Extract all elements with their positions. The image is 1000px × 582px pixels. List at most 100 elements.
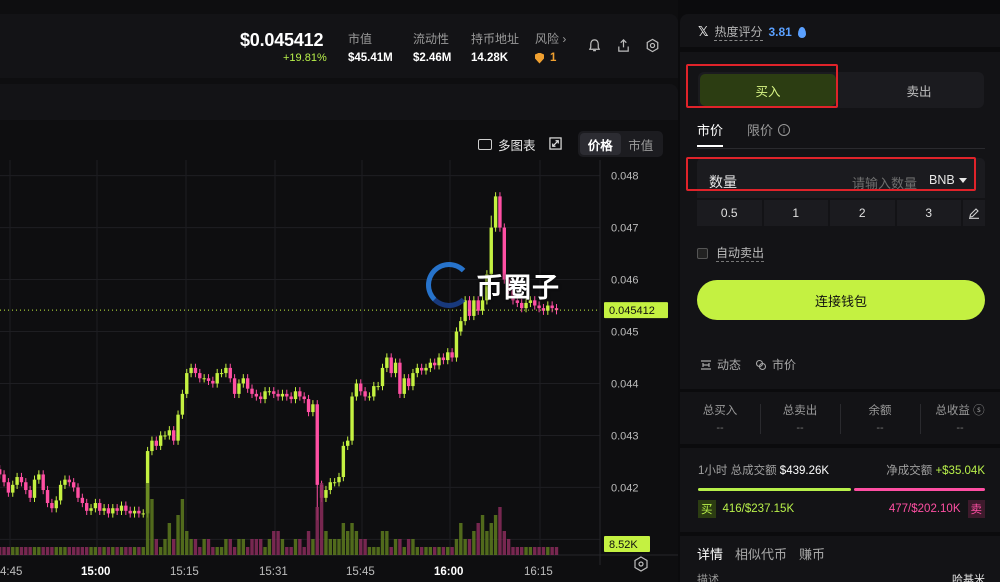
volume-bar <box>337 539 341 555</box>
volume-bar <box>372 547 376 555</box>
y-tick-label: 0.044 <box>611 378 639 390</box>
candle-body <box>89 508 93 511</box>
multi-chart-toggle[interactable]: 多图表 <box>478 135 536 154</box>
tab-market-cap[interactable]: 市值 <box>621 133 662 155</box>
volume-bar <box>311 539 315 555</box>
volume-bar <box>332 539 337 555</box>
volume-bar <box>206 539 211 555</box>
tab-limit-order[interactable]: 限价 i <box>747 120 791 139</box>
tab-earn[interactable]: 赚币 <box>799 544 825 563</box>
volume-bar <box>71 547 76 555</box>
price-mcap-toggle: 价格 市值 <box>578 131 663 157</box>
total-bought: 总买入 -- <box>680 402 760 434</box>
market-link[interactable]: 市价 <box>755 356 796 373</box>
candle-body <box>311 404 315 413</box>
period-label: 1小时 总成交额 <box>698 465 777 477</box>
y-tick-label: 0.046 <box>611 275 639 287</box>
candle-body <box>324 490 328 498</box>
preset-button[interactable]: 0.5 <box>697 200 762 226</box>
candle-body <box>115 508 119 511</box>
volume-bar <box>437 547 441 555</box>
highlight-box-quantity <box>686 157 976 191</box>
candle-body <box>354 383 359 397</box>
sell-ratio-fill <box>854 488 985 491</box>
candle-body <box>428 362 433 368</box>
volume-bar <box>428 547 433 555</box>
volume-bar <box>454 539 459 555</box>
candle-body <box>158 435 163 446</box>
expand-icon[interactable] <box>549 137 562 150</box>
volume-bar <box>185 531 189 555</box>
connect-wallet-button[interactable]: 连接钱包 <box>697 280 985 320</box>
tab-market-order[interactable]: 市价 <box>697 120 724 147</box>
tab-similar-tokens[interactable]: 相似代币 <box>735 544 787 563</box>
volume-bar <box>219 547 224 555</box>
heat-label[interactable]: 热度评分 <box>714 23 763 41</box>
volume-bar <box>341 523 346 555</box>
volume-bar <box>289 547 293 555</box>
volume-bar <box>180 499 185 555</box>
balance: 余额 -- <box>840 402 920 434</box>
total-value: -- <box>876 422 884 434</box>
stat-label: 持币地址 <box>471 32 520 46</box>
preset-button[interactable]: 2 <box>830 200 895 226</box>
volume-bar <box>433 547 437 555</box>
preset-button[interactable]: 1 <box>763 200 828 226</box>
candle-body <box>154 440 158 446</box>
volume-bar <box>58 547 63 555</box>
order-type-tabs: 市价 限价 i <box>697 120 791 147</box>
x-tick-label: 15:00 <box>81 566 110 578</box>
volume-bar <box>254 539 259 555</box>
candle-body <box>58 484 63 501</box>
volume-bar <box>276 531 280 555</box>
candle-body <box>111 508 115 514</box>
candle-body <box>119 505 124 511</box>
auto-sell-checkbox[interactable] <box>697 247 708 259</box>
flame-icon <box>797 26 806 38</box>
candle-body <box>341 445 346 478</box>
candle-body <box>215 373 219 384</box>
volume-bar <box>419 547 424 555</box>
candle-body <box>54 500 58 509</box>
candle-body <box>28 490 32 498</box>
candle-body <box>219 373 224 375</box>
volume-bar <box>224 539 228 555</box>
candle-body <box>380 367 385 387</box>
share-icon[interactable] <box>616 38 631 53</box>
total-label: 总买入 <box>702 405 738 417</box>
volume-bar <box>137 547 141 555</box>
sell-tab[interactable]: 卖出 <box>856 74 982 106</box>
volume-bar <box>154 539 158 555</box>
auto-sell-option[interactable]: 自动卖出 <box>697 244 765 262</box>
pencil-icon <box>969 208 979 219</box>
candle-body <box>98 503 102 511</box>
edit-presets-button[interactable] <box>963 200 985 226</box>
volume-bar <box>520 547 524 555</box>
total-volume: $439.26K <box>779 465 830 477</box>
chart-settings-icon[interactable] <box>634 556 648 572</box>
volume-bar <box>245 547 250 555</box>
y-tick-label: 0.047 <box>611 223 639 235</box>
candle-body <box>363 391 367 397</box>
price-chart[interactable]: 0.0480.0470.0460.0450.0440.0430.0420.041… <box>0 160 678 582</box>
stat-risk[interactable]: 风险 › 1 <box>535 30 566 64</box>
token-name: 哈基米 <box>952 574 985 582</box>
candle-body <box>398 362 402 394</box>
bell-plus-icon[interactable] <box>587 38 602 53</box>
preset-button[interactable]: 3 <box>896 200 961 226</box>
buy-text: 416/$237.15K <box>722 503 795 515</box>
settings-icon[interactable] <box>645 38 660 53</box>
buy-count: 买 416/$237.15K <box>698 499 794 519</box>
sell-text: 477/$202.10K <box>888 503 961 515</box>
candle-body <box>124 505 128 511</box>
candle-body <box>376 386 380 388</box>
candle-body <box>224 367 228 374</box>
activity-link[interactable]: 动态 <box>700 356 741 373</box>
tab-price[interactable]: 价格 <box>580 133 621 155</box>
tab-details[interactable]: 详情 <box>697 544 723 563</box>
total-profit: 总收益 ⓢ -- <box>920 402 1000 434</box>
auto-sell-label: 自动卖出 <box>716 246 765 262</box>
market-label: 市价 <box>772 358 797 372</box>
candle-body <box>45 490 50 504</box>
candle-body <box>337 477 341 483</box>
